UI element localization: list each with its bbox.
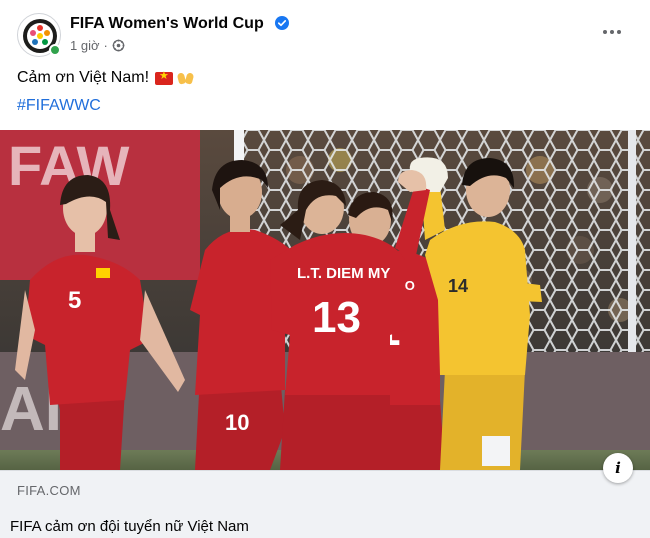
link-title[interactable]: FIFA cảm ơn đội tuyển nữ Việt Nam — [10, 518, 249, 535]
link-preview[interactable]: FIFA.COM FIFA cảm ơn đội tuyển nữ Việt N… — [0, 470, 650, 538]
link-domain: FIFA.COM — [17, 483, 81, 498]
verified-badge-icon — [275, 16, 289, 30]
post-photo[interactable]: FAW AIR 5 10 14 L.T. DIEM MY 13 — [0, 130, 650, 470]
hashtag-link[interactable]: #FIFAWWC — [17, 97, 101, 115]
post-meta: 1 giờ · — [70, 38, 125, 53]
facebook-post: FIFA Women's World Cup 1 giờ · Cảm ơn Vi… — [0, 0, 650, 538]
player-10-number: 10 — [225, 410, 249, 435]
player-13-number: 13 — [312, 293, 361, 342]
vietnam-flag-icon — [155, 69, 174, 85]
player-5-number: 5 — [68, 287, 81, 314]
page-name[interactable]: FIFA Women's World Cup — [70, 15, 264, 33]
player-13-name: L.T. DIEM MY — [297, 265, 390, 282]
team-celebration-photo: FAW AIR 5 10 14 L.T. DIEM MY 13 — [0, 130, 650, 470]
post-caption: Cảm ơn Việt Nam! — [17, 69, 195, 87]
caption-text: Cảm ơn Việt Nam! — [17, 69, 150, 86]
info-icon[interactable]: i — [603, 453, 633, 483]
globe-icon — [112, 39, 125, 52]
raised-hands-icon — [177, 71, 195, 85]
goalkeeper-number: 14 — [448, 276, 468, 296]
more-options-icon[interactable] — [596, 22, 628, 42]
online-status-dot — [49, 44, 61, 56]
post-timestamp[interactable]: 1 giờ — [70, 38, 100, 53]
meta-separator: · — [103, 38, 108, 53]
